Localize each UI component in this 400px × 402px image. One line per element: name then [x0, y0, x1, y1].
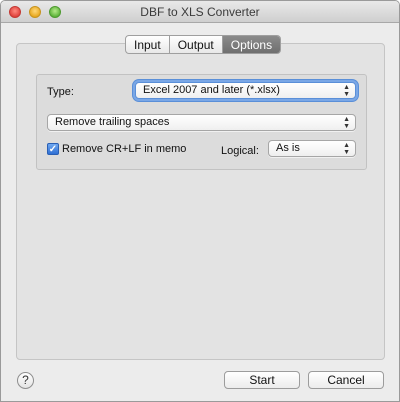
- start-button[interactable]: Start: [224, 371, 300, 389]
- type-select[interactable]: Excel 2007 and later (*.xlsx) ▲ ▼: [135, 82, 356, 99]
- help-button[interactable]: ?: [17, 372, 34, 389]
- window-title: DBF to XLS Converter: [140, 5, 260, 19]
- cancel-button[interactable]: Cancel: [308, 371, 384, 389]
- tab-bar: Input Output Options: [125, 35, 282, 54]
- checkmark-icon: ✓: [48, 144, 58, 155]
- type-label: Type:: [47, 86, 74, 98]
- app-window: DBF to XLS Converter Input Output Option…: [0, 0, 400, 402]
- trailing-spaces-select[interactable]: Remove trailing spaces ▲ ▼: [47, 114, 356, 131]
- up-down-chevron-icon: ▲ ▼: [343, 116, 350, 130]
- up-down-chevron-icon: ▲ ▼: [343, 142, 350, 156]
- tab-output[interactable]: Output: [170, 36, 223, 53]
- tab-input[interactable]: Input: [126, 36, 170, 53]
- tab-options[interactable]: Options: [222, 36, 281, 53]
- remove-crlf-checkbox[interactable]: ✓: [47, 143, 59, 155]
- trailing-spaces-select-value: Remove trailing spaces: [55, 116, 170, 128]
- title-bar: DBF to XLS Converter: [1, 1, 399, 23]
- remove-crlf-label: Remove CR+LF in memo: [62, 143, 187, 155]
- up-down-chevron-icon: ▲ ▼: [343, 84, 350, 98]
- question-mark-icon: ?: [22, 373, 29, 387]
- logical-label: Logical:: [221, 145, 259, 157]
- type-select-value: Excel 2007 and later (*.xlsx): [143, 84, 280, 96]
- logical-select[interactable]: As is ▲ ▼: [268, 140, 356, 157]
- logical-select-value: As is: [276, 142, 300, 154]
